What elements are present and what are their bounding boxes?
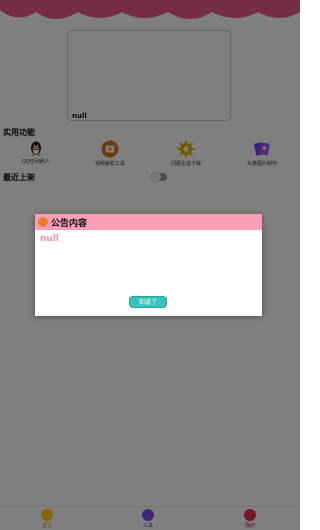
dialog-header: 公告内容 [35, 214, 262, 230]
announcement-dialog: 公告内容 null 知道了 [35, 214, 262, 316]
bell-icon [38, 217, 48, 227]
dialog-body-text: null [40, 234, 59, 244]
ok-button[interactable]: 知道了 [129, 296, 167, 308]
dialog-title: 公告内容 [51, 219, 88, 229]
